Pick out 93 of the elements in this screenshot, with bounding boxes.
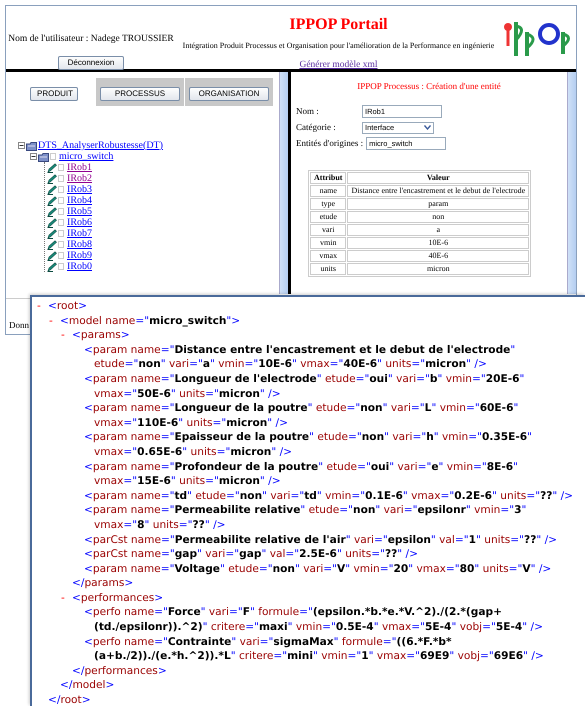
generate-xml-link[interactable]: Générer modèle xml	[299, 59, 378, 71]
xml-code-line: <param name="td" etude="non" vari="td" vmin="0.1E-6" vmax="0.2E-6" units="??" />	[84, 488, 574, 504]
user-name-label: Nom de l'utilisateur : Nadege TROUSSIER	[8, 33, 174, 45]
expand-toggle-icon[interactable]	[18, 142, 25, 149]
xml-code-line: </model>	[60, 678, 116, 694]
pencil-icon	[47, 218, 57, 228]
portal-subtitle: Intégration Produit Processus et Organisation pour l'amélioration de la Performance en ingénierie	[182, 41, 496, 51]
tree-link[interactable]: IRob2	[67, 173, 92, 184]
folder-icon	[26, 140, 37, 150]
tree-link[interactable]: DTS_AnalyserRobustesse(DT)	[38, 140, 163, 151]
pencil-icon	[47, 228, 57, 238]
field-label: Nom :	[296, 104, 320, 118]
tree-link[interactable]: IRob5	[67, 206, 92, 217]
pencil-icon	[47, 184, 57, 194]
checkbox[interactable]	[58, 252, 64, 259]
tree-link[interactable]: IRob4	[67, 195, 92, 206]
xml-code-line: <param name="Longueur de l'electrode" etude="oui" vari="b" vmin="20E-6" vmax="50E-6" units="micron" />	[84, 372, 526, 402]
xml-code-line: <param name="Profondeur de la poutre" etude="oui" vari="e" vmin="8E-6" vmax="15E-6" units="micron" />	[84, 460, 520, 489]
checkbox[interactable]	[50, 153, 56, 160]
scrollbar[interactable]	[279, 72, 288, 294]
form-title: IPPOP Processus : Création d'une entité	[356, 80, 502, 93]
table-cell: param	[347, 198, 530, 210]
xml-code-line: <perfo name="Contrainte" vari="sigmaMax" formule="((6.*F.*b* (a+b./2))./(e.*h.^2)).*L" critere="mini" vmin="1" vmax="69E9" vobj="69E6" />	[84, 634, 545, 664]
folder-icon	[38, 152, 49, 162]
table-cell: vmax	[310, 250, 346, 262]
tree-link[interactable]: IRob8	[67, 239, 92, 250]
collapse-toggle[interactable]: -	[61, 329, 65, 342]
logout-button[interactable]: Déconnexion	[58, 56, 124, 70]
section-button[interactable]: PROCESSUS	[100, 87, 180, 101]
tree-link[interactable]: IRob6	[67, 217, 92, 228]
checkbox[interactable]	[58, 197, 64, 204]
tree-link[interactable]: IRob7	[67, 228, 92, 239]
checkbox[interactable]	[58, 175, 64, 182]
tree-link[interactable]: IRob9	[67, 250, 92, 261]
section-button[interactable]: PRODUIT	[30, 87, 78, 101]
pencil-icon	[47, 174, 57, 184]
xml-code-line: <parCst name="Permeabilite relative de l'air" vari="epsilon" val="1" units="??" />	[84, 532, 558, 548]
pencil-icon	[47, 206, 57, 216]
xml-code-line: <model name="micro_switch">	[60, 314, 242, 328]
checkbox[interactable]	[58, 186, 64, 193]
table-cell: vmin	[310, 236, 346, 248]
checkbox[interactable]	[58, 230, 64, 237]
pencil-icon	[47, 196, 57, 206]
checkbox[interactable]	[58, 263, 64, 270]
xml-code-line: <param name="Longueur de la poutre" etude="non" vari="L" vmin="60E-6" vmax="110E-6" units="micron" />	[84, 401, 520, 430]
pencil-icon	[47, 262, 57, 272]
xml-code-line: <parCst name="gap" vari="gap" val="2.5E-6" units="??" />	[84, 547, 419, 562]
tree-link[interactable]: micro_switch	[59, 151, 114, 162]
table-cell: 10E-6	[347, 236, 530, 248]
tree-link[interactable]: IRob0	[67, 261, 92, 272]
table-cell: non	[347, 210, 530, 222]
caret-icon	[424, 125, 431, 130]
table-cell: a	[347, 224, 530, 236]
portal-title: IPPOP Portail	[288, 16, 389, 34]
pencil-icon	[47, 162, 57, 172]
checkbox[interactable]	[58, 219, 64, 226]
table-cell: etude	[310, 210, 346, 222]
table-header-cell: Attribut	[310, 172, 346, 184]
xml-code-line: <param name="Epaisseur de la poutre" etude="non" vari="h" vmin="0.35E-6" vmax="0.65E-6" units="micron" />	[84, 430, 534, 460]
table-cell: units	[310, 262, 346, 274]
scrollbar[interactable]	[567, 72, 576, 294]
xml-code-line: </performances>	[72, 664, 168, 678]
checkbox[interactable]	[58, 241, 64, 248]
xml-code-line: <root>	[48, 299, 88, 314]
pencil-icon	[47, 240, 57, 250]
xml-code-line: <perfo name="Force" vari="F" formule="(epsilon.*b.*e.*V.^2)./(2.*(gap+ (td./epsilonr)).^2)" critere="maxi" vmin="0.5E-4" vmax="5E-4" vobj="5E-4" />	[84, 605, 544, 635]
footer-text: Donn	[9, 320, 29, 330]
xml-code-line: </root>	[48, 693, 92, 706]
section-button[interactable]: ORGANISATION	[189, 87, 269, 101]
field-label: Entités d'origines :	[296, 136, 364, 150]
collapse-toggle[interactable]: -	[49, 314, 53, 327]
tree-link[interactable]: IRob1	[67, 162, 92, 173]
collapse-toggle[interactable]: -	[37, 300, 41, 312]
pencil-icon	[47, 250, 57, 260]
table-cell: type	[310, 198, 346, 210]
table-cell: name	[310, 184, 346, 196]
table-cell: 40E-6	[347, 250, 530, 262]
table-cell: micron	[347, 262, 530, 274]
checkbox[interactable]	[58, 208, 64, 215]
xml-code-line: <param name="Permeabilite relative" etude="non" vari="epsilonr" vmin="3" vmax="8" units="??" />	[84, 503, 528, 532]
xml-code-line: </params>	[72, 576, 134, 591]
xml-code-line: <params>	[72, 328, 131, 343]
checkbox[interactable]	[58, 164, 64, 171]
xml-code-line: <performances>	[72, 590, 164, 606]
xml-code-line: <param name="Voltage" etude="non" vari="V" vmin="20" vmax="80" units="V" />	[84, 562, 552, 576]
field-label: Catégorie :	[296, 120, 337, 134]
table-cell: Distance entre l'encastrement et le debut de l'electrode	[347, 184, 530, 196]
table-header-cell: Valeur	[347, 172, 530, 184]
collapse-toggle[interactable]: -	[61, 592, 65, 604]
xml-code-line: <param name="Distance entre l'encastrement et le debut de l'electrode" etude="non" vari="a" vmin="10E-6" vmax="40E-6" units="micron" />	[84, 342, 516, 372]
table-cell: vari	[310, 224, 346, 236]
expand-toggle-icon[interactable]	[30, 153, 37, 160]
tree-link[interactable]: IRob3	[67, 184, 92, 195]
